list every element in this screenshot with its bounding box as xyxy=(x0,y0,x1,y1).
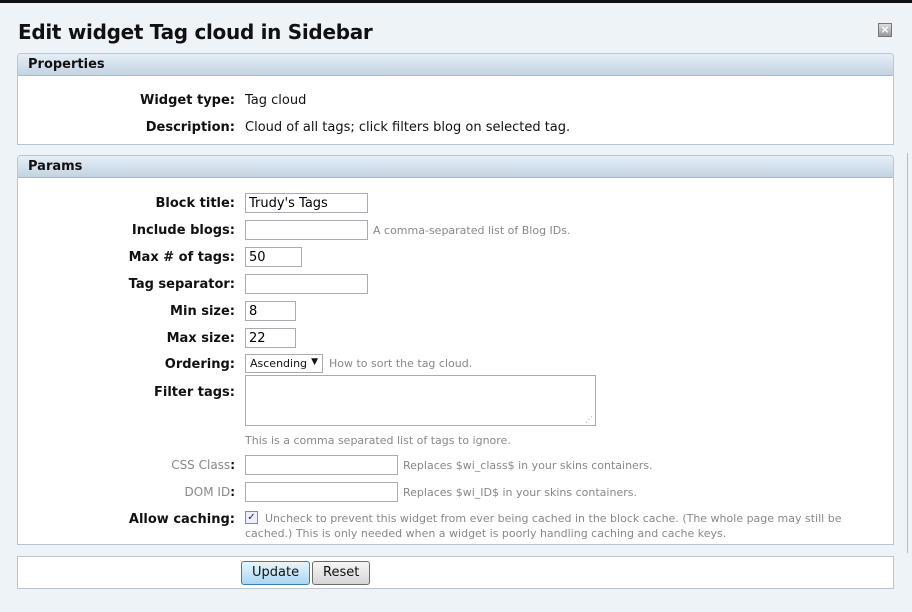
css-class-label: CSS Class: xyxy=(171,458,235,472)
css-class-hint: Replaces $wi_class$ in your skins contai… xyxy=(403,459,653,472)
widget-type-label: Widget type: xyxy=(140,93,235,108)
include-blogs-hint: A comma-separated list of Blog IDs. xyxy=(373,224,571,237)
block-title-label: Block title: xyxy=(155,196,235,211)
dom-id-input[interactable] xyxy=(245,482,398,502)
min-size-input[interactable] xyxy=(245,301,296,321)
max-size-input[interactable] xyxy=(245,328,296,348)
dialog-title: Edit widget Tag cloud in Sidebar xyxy=(18,20,373,44)
max-tags-input[interactable] xyxy=(245,247,302,267)
resize-grip-icon[interactable]: ⋰ xyxy=(585,415,593,424)
filter-tags-label: Filter tags: xyxy=(154,385,235,400)
properties-header: Properties xyxy=(18,54,893,76)
include-blogs-input[interactable] xyxy=(245,220,368,240)
scrollbar-edge xyxy=(907,153,908,553)
filter-tags-textarea[interactable]: ⋰ xyxy=(245,375,596,426)
update-button[interactable]: Update xyxy=(241,561,311,585)
allow-caching-label: Allow caching: xyxy=(128,512,235,527)
properties-panel: Properties Widget type: Tag cloud Descri… xyxy=(17,53,894,145)
tag-separator-label: Tag separator: xyxy=(128,277,235,292)
description-label: Description: xyxy=(145,120,235,135)
max-size-label: Max size: xyxy=(166,331,235,346)
ordering-hint: How to sort the tag cloud. xyxy=(329,357,473,370)
chevron-down-icon: ▼ xyxy=(311,357,318,367)
button-bar: Update Reset xyxy=(17,556,894,589)
description-value: Cloud of all tags; click filters blog on… xyxy=(245,120,571,135)
max-tags-label: Max # of tags: xyxy=(128,250,235,265)
css-class-input[interactable] xyxy=(245,455,398,475)
close-icon[interactable]: × xyxy=(878,23,892,37)
ordering-label: Ordering: xyxy=(164,357,235,372)
include-blogs-label: Include blogs: xyxy=(131,223,235,238)
min-size-label: Min size: xyxy=(170,304,235,319)
dom-id-label: DOM ID: xyxy=(184,485,235,499)
dom-id-hint: Replaces $wi_ID$ in your skins container… xyxy=(403,486,637,499)
block-title-input[interactable] xyxy=(245,193,368,213)
widget-type-value: Tag cloud xyxy=(245,93,307,108)
reset-button[interactable]: Reset xyxy=(312,561,371,585)
ordering-select[interactable]: Ascending ▼ xyxy=(245,354,323,373)
tag-separator-input[interactable] xyxy=(245,274,368,294)
params-header: Params xyxy=(18,156,893,178)
allow-caching-hint: Uncheck to prevent this widget from ever… xyxy=(245,512,842,540)
params-panel: Params Block title: Include blogs: A com… xyxy=(17,155,894,545)
filter-tags-hint: This is a comma separated list of tags t… xyxy=(245,434,511,447)
ordering-value: Ascending xyxy=(250,357,308,370)
